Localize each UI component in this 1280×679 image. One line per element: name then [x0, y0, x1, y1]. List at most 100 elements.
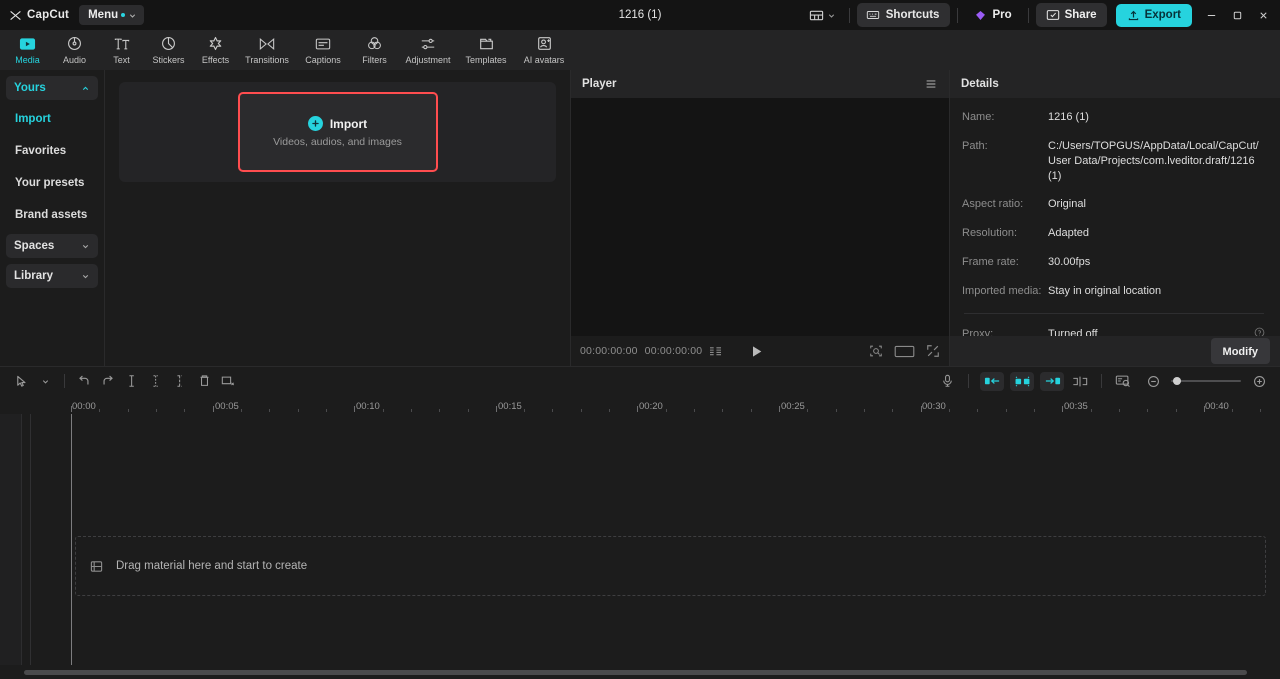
aspect-ratio-icon[interactable]	[894, 345, 915, 358]
sidebar-item-import[interactable]: Import	[6, 102, 98, 134]
sidebar-item-your-presets[interactable]: Your presets	[6, 166, 98, 198]
timeline-drop-zone[interactable]: Drag material here and start to create	[75, 536, 1266, 596]
zoom-in-icon	[1253, 375, 1265, 387]
add-track-icon	[90, 560, 103, 573]
tab-stickers[interactable]: Stickers	[145, 30, 192, 70]
export-button[interactable]: Export	[1115, 3, 1192, 27]
main-content-area: Yours Import Favorites Your presets Bran…	[0, 70, 1280, 366]
play-button[interactable]	[751, 345, 763, 358]
ruler-label: 00:20	[639, 401, 663, 412]
main-nav-tabs: Media Audio Text Stickers Effects Transi…	[0, 30, 1280, 70]
app-brand-name: CapCut	[27, 9, 70, 21]
details-value: 30.00fps	[1048, 256, 1091, 269]
timeline-horizontal-scrollbar[interactable]	[0, 665, 1280, 679]
menu-button[interactable]: Menu	[79, 5, 145, 25]
tab-filters[interactable]: Filters	[351, 30, 398, 70]
crop-icon	[221, 376, 235, 385]
sidebar-group-yours[interactable]: Yours	[6, 76, 98, 100]
details-key: Proxy:	[962, 327, 994, 336]
select-tool-button[interactable]	[9, 369, 33, 393]
maximize-button[interactable]	[1224, 0, 1250, 30]
zoom-out-icon	[1147, 375, 1159, 387]
ruler-label: 00:15	[498, 401, 522, 412]
zoom-slider-handle[interactable]	[1173, 377, 1181, 385]
zoom-out-button[interactable]	[1141, 369, 1165, 393]
import-subtitle: Videos, audios, and images	[273, 136, 402, 148]
player-menu-icon[interactable]	[924, 77, 938, 91]
tab-text[interactable]: Text	[98, 30, 145, 70]
clip-trim-right-icon	[1045, 377, 1060, 385]
sidebar-group-library[interactable]: Library	[6, 264, 98, 288]
ruler-label: 00:30	[922, 401, 946, 412]
import-title: Import	[329, 116, 368, 131]
tab-ai-avatars[interactable]: AI avatars	[514, 30, 574, 70]
player-preview-stage[interactable]	[571, 98, 949, 336]
scrollbar-track[interactable]	[24, 669, 1272, 675]
keyframe-split-button[interactable]	[1068, 369, 1092, 393]
media-library-panel: Import Videos, audios, and images	[105, 70, 570, 366]
scrollbar-thumb[interactable]	[24, 669, 1248, 675]
import-button[interactable]: Import Videos, audios, and images	[237, 92, 438, 172]
sidebar-item-favorites[interactable]: Favorites	[6, 134, 98, 166]
snapshot-icon[interactable]	[869, 344, 883, 358]
adjustment-icon	[420, 35, 437, 52]
timeline-zoom-slider[interactable]	[1141, 369, 1271, 393]
minimize-button[interactable]	[1198, 0, 1224, 30]
zoom-in-button[interactable]	[1247, 369, 1271, 393]
tab-effects[interactable]: Effects	[192, 30, 239, 70]
modify-button[interactable]: Modify	[1210, 338, 1270, 364]
details-body: Name: 1216 (1) Path: C:/Users/TOPGUS/App…	[950, 98, 1280, 336]
tab-captions[interactable]: Captions	[295, 30, 351, 70]
media-sidebar: Yours Import Favorites Your presets Bran…	[0, 70, 105, 366]
delete-button[interactable]	[192, 369, 216, 393]
clip-split-button[interactable]	[1010, 371, 1034, 391]
share-button[interactable]: Share	[1035, 3, 1107, 27]
clip-trim-left-button[interactable]	[980, 371, 1004, 391]
keyboard-icon	[866, 11, 879, 19]
undo-button[interactable]	[72, 369, 96, 393]
help-icon[interactable]	[1254, 327, 1266, 336]
timeline-ruler[interactable]: 00:00 00:05 00:10 00:15 00:20 00:25 00:3…	[0, 395, 1280, 414]
chevron-down-icon	[130, 13, 136, 18]
zoom-slider-track[interactable]	[1171, 377, 1241, 385]
timeline-toolbar	[0, 367, 1280, 395]
record-voiceover-button[interactable]	[935, 369, 959, 393]
divider	[1027, 7, 1029, 23]
tab-audio[interactable]: Audio	[51, 30, 98, 70]
select-tool-dropdown[interactable]	[33, 369, 57, 393]
player-list-icon[interactable]	[709, 346, 722, 357]
split-button[interactable]	[120, 369, 144, 393]
sidebar-item-your-presets-label: Your presets	[15, 177, 85, 189]
stickers-icon	[160, 35, 177, 52]
tab-media[interactable]: Media	[4, 30, 51, 70]
tab-templates[interactable]: Templates	[458, 30, 514, 70]
close-button[interactable]	[1250, 0, 1276, 30]
shortcuts-button[interactable]: Shortcuts	[856, 3, 951, 27]
trim-end-button[interactable]	[168, 369, 192, 393]
split-clip-icon	[1073, 376, 1088, 386]
cursor-icon	[16, 375, 26, 387]
sidebar-group-library-label: Library	[14, 270, 53, 282]
tab-adjustment[interactable]: Adjustment	[398, 30, 458, 70]
redo-button[interactable]	[96, 369, 120, 393]
pro-button[interactable]: Pro	[965, 4, 1020, 27]
layout-button[interactable]	[803, 4, 842, 27]
details-value: Original	[1048, 198, 1086, 211]
sidebar-item-brand-assets[interactable]: Brand assets	[6, 198, 98, 230]
ai-avatars-icon	[536, 35, 553, 52]
tab-ai-avatars-label: AI avatars	[523, 55, 565, 65]
fullscreen-icon[interactable]	[926, 344, 940, 358]
crop-button[interactable]	[216, 369, 240, 393]
undo-icon	[79, 375, 89, 385]
ruler-label: 00:05	[215, 401, 239, 412]
filters-icon	[366, 35, 383, 52]
window-controls	[1198, 0, 1276, 30]
preview-thumbnail-button[interactable]	[1111, 369, 1135, 393]
clip-trim-right-button[interactable]	[1040, 371, 1064, 391]
timeline-playhead[interactable]	[71, 414, 72, 665]
sidebar-group-spaces[interactable]: Spaces	[6, 234, 98, 258]
timeline-tracks-area[interactable]: Drag material here and start to create	[0, 414, 1280, 665]
tab-transitions[interactable]: Transitions	[239, 30, 295, 70]
player-current-time: 00:00:00:00	[580, 345, 638, 357]
trim-start-button[interactable]	[144, 369, 168, 393]
